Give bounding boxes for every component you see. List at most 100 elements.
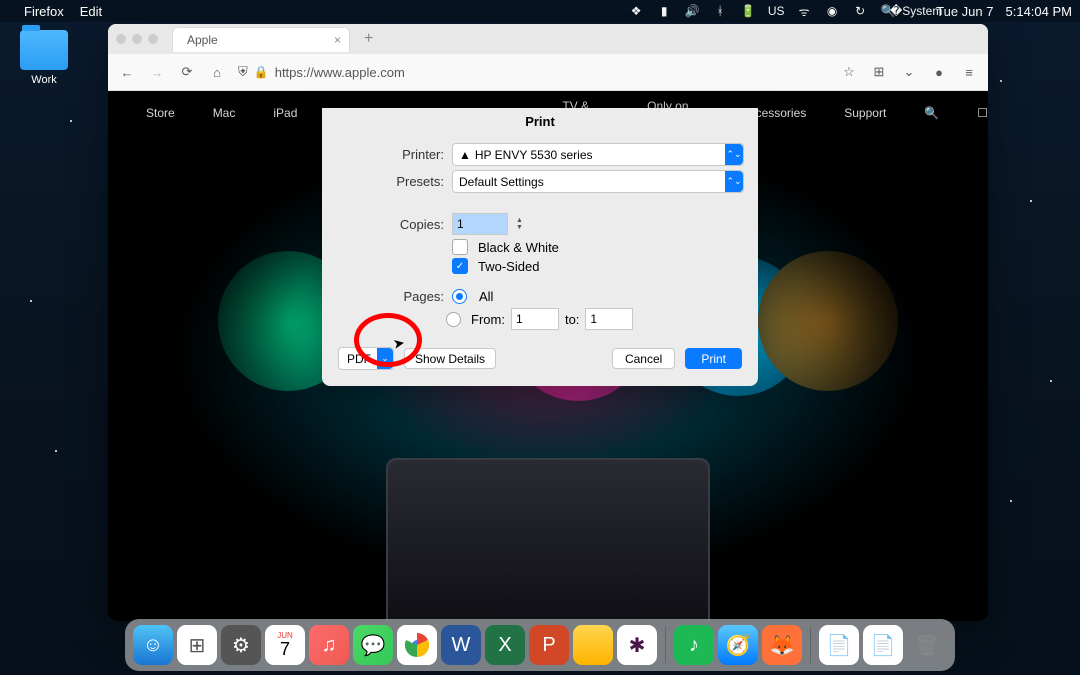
dock-slack-icon[interactable]: ✱: [617, 625, 657, 665]
macos-dock: ☺ ⊞ ⚙ JUN7 ♫ 💬 W X P ✱ ♪ 🧭 🦊 📄 📄 🗑: [125, 619, 955, 671]
pages-label: Pages:: [336, 289, 444, 304]
pages-to-input[interactable]: [585, 308, 633, 330]
window-traffic-lights[interactable]: [116, 34, 158, 44]
browser-toolbar: ← → ⟳ ⌂ ⛨ 🔒 https://www.apple.com ☆ ⊞ ⌄ …: [108, 54, 988, 91]
dropbox-icon[interactable]: ❖: [628, 3, 644, 19]
copies-label: Copies:: [336, 217, 444, 232]
print-button[interactable]: Print: [685, 348, 742, 369]
printer-label: Printer:: [336, 147, 444, 162]
dock-chrome-icon[interactable]: [397, 625, 437, 665]
nav-mac[interactable]: Mac: [213, 106, 236, 120]
dock-separator: [810, 627, 811, 663]
pdf-label: PDF: [347, 352, 371, 366]
timemachine-icon[interactable]: ↻: [852, 3, 868, 19]
pages-from-input[interactable]: [511, 308, 559, 330]
macos-menubar: Firefox Edit ❖ ▮ 🔊 ᚼ 🔋 US ᯤ ◉ ↻ 🔍 �Syste…: [0, 0, 1080, 22]
folder-icon: [20, 30, 68, 70]
show-details-button[interactable]: Show Details: [404, 348, 496, 369]
cursor-icon: ➤: [392, 334, 407, 353]
dock-trash-icon[interactable]: 🗑: [907, 625, 947, 665]
input-source-icon[interactable]: US: [768, 3, 784, 19]
battery-icon[interactable]: 🔋: [740, 3, 756, 19]
desktop-folder-work[interactable]: Work: [20, 30, 68, 86]
presets-select[interactable]: Default Settings ⌃⌄: [452, 170, 744, 193]
browser-tabbar: Apple × +: [108, 24, 988, 54]
pocket-icon[interactable]: ⌄: [900, 63, 918, 81]
tab-title: Apple: [187, 33, 218, 47]
twosided-label: Two-Sided: [478, 259, 539, 274]
cancel-button[interactable]: Cancel: [612, 348, 675, 369]
chevron-updown-icon: ⌃⌄: [725, 171, 743, 192]
bw-label: Black & White: [478, 240, 559, 255]
dock-powerpoint-icon[interactable]: P: [529, 625, 569, 665]
pdf-dropdown-button[interactable]: PDF ⌄: [338, 347, 394, 370]
qr-icon[interactable]: ⊞: [870, 63, 888, 81]
back-button[interactable]: ←: [118, 63, 136, 81]
chevron-updown-icon: ⌃⌄: [725, 144, 743, 165]
dock-document-icon[interactable]: 📄: [819, 625, 859, 665]
desktop-wallpaper: Firefox Edit ❖ ▮ 🔊 ᚼ 🔋 US ᯤ ◉ ↻ 🔍 �Syste…: [0, 0, 1080, 675]
bookmark-star-icon[interactable]: ☆: [840, 63, 858, 81]
laptop-graphic: [386, 458, 710, 621]
reload-button[interactable]: ⟳: [178, 63, 196, 81]
dock-calendar-icon[interactable]: JUN7: [265, 625, 305, 665]
menubar-date[interactable]: Tue Jun 7: [936, 4, 993, 19]
dock-separator: [665, 627, 666, 663]
dock-notes-icon[interactable]: [573, 625, 613, 665]
bw-checkbox[interactable]: [452, 239, 468, 255]
dock-firefox-icon[interactable]: 🦊: [762, 625, 802, 665]
copies-input[interactable]: [452, 213, 508, 235]
warning-icon: ▲: [459, 148, 471, 162]
forward-button[interactable]: →: [148, 63, 166, 81]
printer-value: HP ENVY 5530 series: [475, 148, 593, 162]
presets-value: Default Settings: [459, 175, 544, 189]
pages-all-radio[interactable]: [452, 289, 467, 304]
nav-ipad[interactable]: iPad: [273, 106, 297, 120]
chevron-down-icon: ⌄: [377, 348, 393, 369]
print-dialog-title: Print: [322, 108, 758, 139]
browser-tab-apple[interactable]: Apple ×: [172, 27, 350, 52]
wifi-icon[interactable]: ᯤ: [796, 3, 812, 19]
phone-icon[interactable]: ▮: [656, 3, 672, 19]
twosided-checkbox[interactable]: ✓: [452, 258, 468, 274]
pages-to-label: to:: [565, 312, 579, 327]
shield-icon: ⛨: [238, 64, 248, 80]
menubar-time[interactable]: 5:14:04 PM: [1006, 4, 1073, 19]
pages-range-radio[interactable]: [446, 312, 461, 327]
nav-store[interactable]: Store: [146, 106, 175, 120]
volume-icon[interactable]: 🔊: [684, 3, 700, 19]
apple-search-icon[interactable]: 🔍: [924, 106, 939, 120]
dock-messages-icon[interactable]: 💬: [353, 625, 393, 665]
print-dialog: Print Printer: ▲ HP ENVY 5530 series ⌃⌄ …: [322, 108, 758, 386]
bluetooth-icon[interactable]: ᚼ: [712, 3, 728, 19]
dock-document-icon[interactable]: 📄: [863, 625, 903, 665]
dock-finder-icon[interactable]: ☺: [133, 625, 173, 665]
pages-all-label: All: [479, 289, 493, 304]
tab-close-icon[interactable]: ×: [334, 33, 341, 47]
printer-select[interactable]: ▲ HP ENVY 5530 series ⌃⌄: [452, 143, 744, 166]
dock-safari-icon[interactable]: 🧭: [718, 625, 758, 665]
pages-from-label: From:: [471, 312, 505, 327]
dock-settings-icon[interactable]: ⚙: [221, 625, 261, 665]
menubar-edit[interactable]: Edit: [80, 4, 102, 19]
dock-spotify-icon[interactable]: ♪: [674, 625, 714, 665]
home-button[interactable]: ⌂: [208, 63, 226, 81]
apple-bag-icon[interactable]: ☐: [977, 106, 988, 120]
dock-launchpad-icon[interactable]: ⊞: [177, 625, 217, 665]
account-icon[interactable]: ●: [930, 63, 948, 81]
copies-stepper[interactable]: ▲▼: [516, 217, 530, 231]
user-icon[interactable]: ◉: [824, 3, 840, 19]
nav-support[interactable]: Support: [844, 106, 886, 120]
menubar-app-name[interactable]: Firefox: [24, 4, 64, 19]
control-center-icon[interactable]: �System: [908, 3, 924, 19]
new-tab-button[interactable]: +: [358, 30, 379, 48]
dock-excel-icon[interactable]: X: [485, 625, 525, 665]
dock-music-icon[interactable]: ♫: [309, 625, 349, 665]
hamburger-menu-icon[interactable]: ≡: [960, 63, 978, 81]
url-text: https://www.apple.com: [275, 65, 405, 80]
lock-icon: 🔒: [254, 65, 269, 79]
dock-word-icon[interactable]: W: [441, 625, 481, 665]
folder-label: Work: [20, 74, 68, 86]
address-bar[interactable]: ⛨ 🔒 https://www.apple.com: [238, 64, 828, 80]
presets-label: Presets:: [336, 174, 444, 189]
